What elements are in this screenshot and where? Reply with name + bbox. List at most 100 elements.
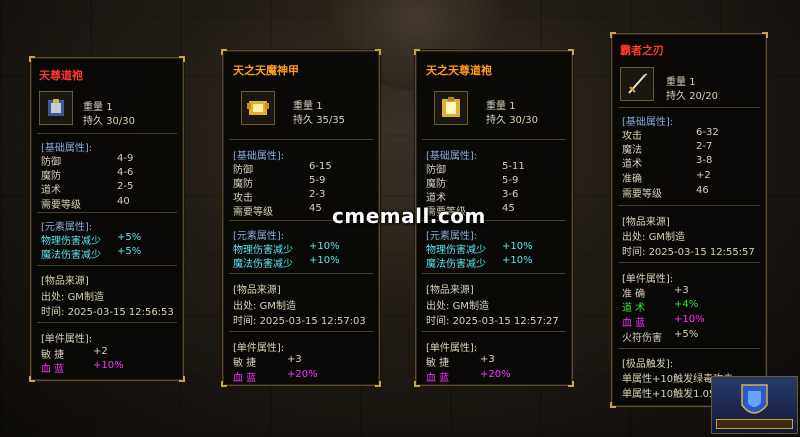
divider (37, 133, 177, 134)
stat-value: +2 (696, 170, 711, 181)
element-attr-header: [元素属性]: (41, 222, 93, 233)
item-tooltip-4: 霸者之刃 重量 1 持久 20/20 [基础属性]: 攻击 6-32 魔法 2-… (610, 32, 768, 408)
stat-value: 4-6 (117, 167, 134, 178)
element-stat-value: +5% (117, 232, 142, 243)
trigger-header: [极品触发]: (622, 359, 674, 370)
sword-icon (620, 67, 654, 101)
source-time: 时间: 2025-03-15 12:56:53 (41, 307, 174, 318)
single-stat-label: 准 确 (622, 289, 646, 300)
armor-icon (241, 91, 275, 125)
stat-label: 道术 (622, 159, 642, 170)
stat-label: 攻击 (233, 193, 253, 204)
stat-label: 道术 (426, 193, 446, 204)
item-title: 天尊道袍 (39, 69, 83, 82)
element-stat-value: +10% (309, 241, 340, 252)
base-attr-header: [基础属性]: (41, 143, 93, 154)
divider (422, 139, 566, 140)
single-stat-value: +3 (480, 354, 495, 365)
source-from: 出处: GM制造 (426, 301, 489, 312)
single-stat-label: 血 蓝 (233, 373, 257, 384)
stat-value: 2-3 (309, 189, 326, 200)
single-stat-value: +4% (674, 299, 699, 310)
single-stat-value: +10% (674, 314, 705, 325)
divider (618, 107, 760, 108)
single-stat-label: 敏 捷 (233, 358, 257, 369)
item-tooltip-1: 天尊道袍 重量 1 持久 30/30 [基础属性]: 防御 4-9 魔防 4-6… (29, 56, 185, 382)
item-title: 霸者之刃 (620, 44, 664, 57)
stat-value: 45 (502, 203, 515, 214)
base-attr-header: [基础属性]: (622, 117, 674, 128)
stat-value: 2-5 (117, 181, 134, 192)
divider (229, 331, 373, 332)
divider (37, 322, 177, 323)
stat-label: 需要等级 (622, 189, 662, 200)
single-stat-label: 血 蓝 (41, 364, 65, 375)
stat-value: 6-32 (696, 127, 719, 138)
stat-value: 4-9 (117, 153, 134, 164)
stat-label: 准确 (622, 174, 642, 185)
divider (37, 212, 177, 213)
source-time: 时间: 2025-03-15 12:57:03 (233, 316, 366, 327)
single-stat-value: +10% (93, 360, 124, 371)
watermark-text: cmemall.com (332, 204, 486, 228)
divider (618, 205, 760, 206)
stat-value: 6-15 (309, 161, 332, 172)
source-from: 出处: GM制造 (622, 232, 685, 243)
stat-value: 40 (117, 196, 130, 207)
single-stat-value: +3 (674, 285, 689, 296)
divider (618, 348, 760, 349)
stat-value: 3-6 (502, 189, 519, 200)
divider (229, 139, 373, 140)
single-stat-value: +5% (674, 329, 699, 340)
single-stat-label: 敏 捷 (426, 358, 450, 369)
single-stat-label: 火符伤害 (622, 333, 662, 344)
logo-banner (716, 419, 793, 429)
weight-row: 重量 1 (83, 102, 113, 113)
single-stat-value: +2 (93, 346, 108, 357)
divider (422, 273, 566, 274)
stat-value: 2-7 (696, 141, 713, 152)
element-stat-value: +10% (502, 255, 533, 266)
durability-row: 持久 20/20 (666, 91, 719, 102)
stat-row: 道术 (41, 185, 61, 196)
single-attr-header: [单件属性]: (41, 334, 93, 345)
single-stat-label: 敏 捷 (41, 350, 65, 361)
divider (37, 265, 177, 266)
element-stat-label: 魔法伤害减少 (41, 250, 101, 261)
stat-value: 5-11 (502, 161, 525, 172)
single-stat-value: +20% (287, 369, 318, 380)
single-stat-label: 道 术 (622, 303, 646, 314)
stat-value: 5-9 (309, 175, 326, 186)
robe-icon (39, 91, 73, 125)
element-stat-value: +5% (117, 246, 142, 257)
divider (422, 331, 566, 332)
stat-value: 45 (309, 203, 322, 214)
stat-row: 防御 (41, 157, 61, 168)
robe-icon (434, 91, 468, 125)
stat-label: 攻击 (622, 131, 642, 142)
element-attr-header: [元素属性]: (426, 231, 478, 242)
durability-row: 持久 35/35 (293, 115, 346, 126)
element-stat-label: 魔法伤害减少 (233, 259, 293, 270)
stat-label: 魔防 (426, 179, 446, 190)
durability-row: 持久 30/30 (486, 115, 539, 126)
element-stat-label: 物理伤害减少 (41, 236, 101, 247)
durability-row: 持久 30/30 (83, 116, 136, 127)
base-attr-header: [基础属性]: (426, 151, 478, 162)
trigger-line: 单属性+10触发1.05 (622, 389, 716, 400)
stat-row: 魔防 (41, 171, 61, 182)
source-header: [物品来源] (426, 285, 474, 296)
single-attr-header: [单件属性]: (622, 274, 674, 285)
stat-label: 魔法 (622, 145, 642, 156)
weight-row: 重量 1 (486, 101, 516, 112)
weight-row: 重量 1 (666, 77, 696, 88)
element-stat-label: 物理伤害减少 (233, 245, 293, 256)
element-stat-label: 魔法伤害减少 (426, 259, 486, 270)
stat-value: 5-9 (502, 175, 519, 186)
source-time: 时间: 2025-03-15 12:57:27 (426, 316, 559, 327)
site-logo-badge (711, 376, 798, 434)
single-stat-value: +3 (287, 354, 302, 365)
element-attr-header: [元素属性]: (233, 231, 285, 242)
divider (229, 273, 373, 274)
element-stat-label: 物理伤害减少 (426, 245, 486, 256)
